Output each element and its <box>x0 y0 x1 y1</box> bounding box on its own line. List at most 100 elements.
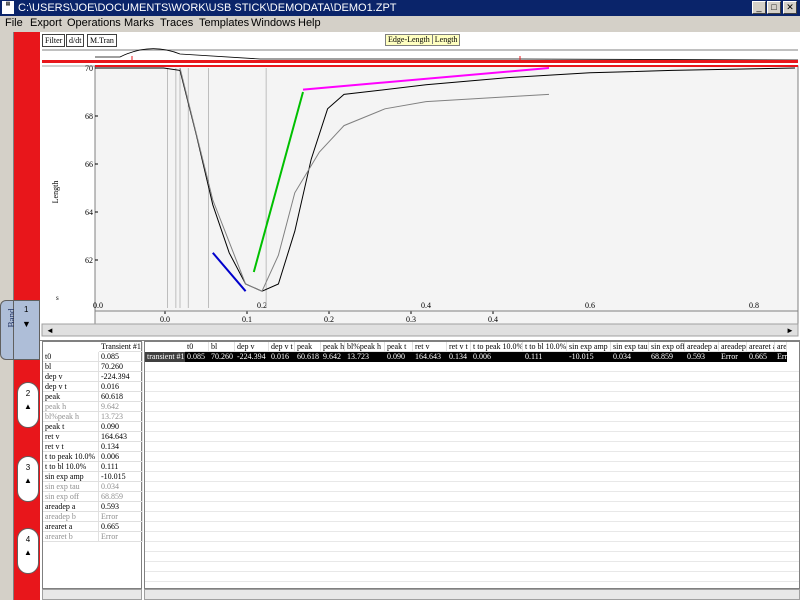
parameter-name: sin exp off <box>43 492 99 502</box>
parameter-name: ret v <box>43 432 99 442</box>
y-tick-label: 70 <box>85 64 93 73</box>
results-scrollbar[interactable] <box>144 589 800 600</box>
empty-row <box>145 422 799 432</box>
scroll-right-arrow[interactable]: ► <box>786 326 794 335</box>
empty-row <box>145 362 799 372</box>
close-button[interactable]: ✕ <box>783 1 797 14</box>
left-table-scrollbar[interactable] <box>42 589 142 600</box>
band-panel: 1 ▼ 2 ▲ 3 ▲ 4 ▲ <box>14 32 40 600</box>
y-tick-label: 66 <box>85 160 93 169</box>
menu-operations[interactable]: Operations <box>67 17 121 29</box>
band-tab-2-label: 2 <box>25 389 31 398</box>
results-cell[interactable]: 0.006 <box>471 352 523 362</box>
band-tab-3[interactable]: 3 ▲ <box>17 456 39 502</box>
menu-templates[interactable]: Templates <box>199 17 249 29</box>
parameter-table: Transient #1 t0 0.085 bl 70.260 dep v -224.394… <box>42 341 143 589</box>
parameter-value: Error <box>99 512 143 522</box>
results-cell[interactable]: 0.593 <box>685 352 719 362</box>
scroll-left-arrow[interactable]: ◄ <box>46 326 54 335</box>
results-cell[interactable]: -10.015 <box>567 352 611 362</box>
maximize-button[interactable]: □ <box>767 1 781 14</box>
band-tab-1[interactable]: 1 ▼ <box>14 300 40 360</box>
results-cell[interactable]: 0.111 <box>523 352 567 362</box>
empty-row <box>145 382 799 392</box>
parameter-value: -224.394 <box>99 372 143 382</box>
results-cell[interactable]: 0.016 <box>269 352 295 362</box>
band-tab-3-label: 3 <box>25 463 31 472</box>
chart-svg[interactable]: 70 68 66 64 62 Length 0.0 0.2 0.4 0.6 0.8 0.0 0.1 0.2… <box>40 32 800 340</box>
results-cell[interactable]: 68.859 <box>649 352 685 362</box>
menu-marks[interactable]: Marks <box>124 17 154 29</box>
parameter-name: sin exp amp <box>43 472 99 482</box>
band-tab[interactable]: Band <box>0 300 17 360</box>
chevron-down-icon[interactable]: ▼ <box>22 319 31 329</box>
results-cell[interactable]: 60.618 <box>295 352 321 362</box>
results-cell[interactable]: 0.090 <box>385 352 413 362</box>
results-cell[interactable]: 0.134 <box>447 352 471 362</box>
empty-row <box>145 472 799 482</box>
band-tab-4[interactable]: 4 ▲ <box>17 528 39 574</box>
parameter-name: bl <box>43 362 99 372</box>
empty-row <box>145 392 799 402</box>
x-tick-label: 0.4 <box>421 301 431 310</box>
chevron-up-icon[interactable]: ▲ <box>18 476 38 485</box>
results-table: t0 0.085 bl 70.260 dep v -224.394 dep v t 0.016… <box>144 341 800 589</box>
menu-export[interactable]: Export <box>30 17 62 29</box>
y-tick-label: 68 <box>85 112 93 121</box>
results-cell[interactable]: 70.260 <box>209 352 235 362</box>
band-tab-2[interactable]: 2 ▲ <box>17 382 39 428</box>
chevron-up-icon[interactable]: ▲ <box>18 402 38 411</box>
results-column-header: t0 <box>185 342 209 352</box>
parameter-name: t to peak 10.0% <box>43 452 99 462</box>
results-column-header: ret v <box>413 342 447 352</box>
results-cell[interactable]: Error <box>775 352 787 362</box>
app-icon[interactable]: ▦ <box>2 1 14 14</box>
results-cell[interactable]: 9.642 <box>321 352 345 362</box>
parameter-value: 13.723 <box>99 412 143 422</box>
empty-row <box>145 522 799 532</box>
results-cell[interactable]: 164.643 <box>413 352 447 362</box>
menu-windows[interactable]: Windows <box>251 17 296 29</box>
parameter-name: peak <box>43 392 99 402</box>
results-cell[interactable]: Error <box>719 352 747 362</box>
menu-traces[interactable]: Traces <box>160 17 193 29</box>
results-column-header: areadep a <box>685 342 719 352</box>
chart-scrollbar[interactable] <box>41 323 799 337</box>
empty-row <box>145 502 799 512</box>
y-tick-label: 62 <box>85 256 93 265</box>
parameter-value: 60.618 <box>99 392 143 402</box>
results-cell[interactable]: -224.394 <box>235 352 269 362</box>
empty-row <box>145 482 799 492</box>
empty-row <box>145 462 799 472</box>
time-bar[interactable] <box>42 60 798 63</box>
menu-help[interactable]: Help <box>298 17 321 29</box>
empty-row <box>145 552 799 562</box>
chevron-up-icon[interactable]: ▲ <box>18 548 38 557</box>
minimize-button[interactable]: _ <box>752 1 766 14</box>
results-column-header: bl <box>209 342 235 352</box>
results-cell[interactable]: 0.034 <box>611 352 649 362</box>
parameter-name: areadep a <box>43 502 99 512</box>
lower-x-tick-label: 0.4 <box>488 315 498 324</box>
results-cell[interactable]: 13.723 <box>345 352 385 362</box>
results-column-header: peak h <box>321 342 345 352</box>
results-cell[interactable]: 0.665 <box>747 352 775 362</box>
results-row-label[interactable]: transient #1 <box>145 352 185 362</box>
y-tick-label: 64 <box>85 208 93 217</box>
parameter-name: t0 <box>43 352 99 362</box>
results-cell[interactable]: 0.085 <box>185 352 209 362</box>
parameter-value: 68.859 <box>99 492 143 502</box>
empty-row <box>145 432 799 442</box>
parameter-name: dep v <box>43 372 99 382</box>
results-column-header: ret v t <box>447 342 471 352</box>
menu-file[interactable]: File <box>5 17 23 29</box>
parameter-name: bl%peak h <box>43 412 99 422</box>
results-column-header: sin exp off <box>649 342 685 352</box>
empty-row <box>145 452 799 462</box>
parameter-name: areadep b <box>43 512 99 522</box>
title-bar: ▦ C:\USERS\JOE\DOCUMENTS\WORK\USB STICK\… <box>0 0 800 16</box>
empty-row <box>145 372 799 382</box>
lower-x-tick-label: 0.0 <box>160 315 170 324</box>
results-column-header: peak t <box>385 342 413 352</box>
left-sidebar: Band <box>0 32 17 600</box>
